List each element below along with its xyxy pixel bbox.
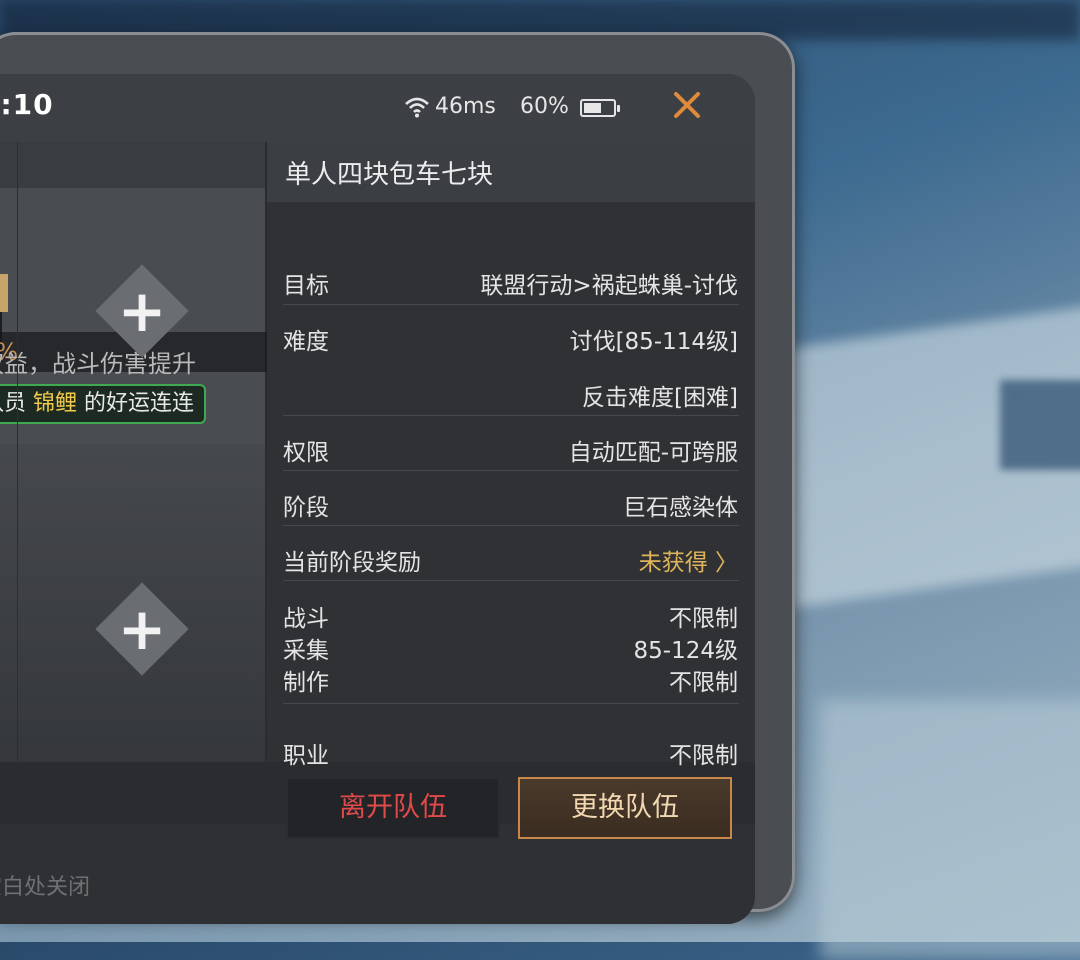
team-info-panel: 单人四块包车七块 目标 联盟行动>祸起蛛巢-讨伐 难度 讨伐[85-114级] … [267,142,755,769]
background-block [1000,380,1080,470]
clock: 6:10 [0,88,54,121]
row-divider [283,415,739,416]
row-label-reward: 当前阶段奖励 [283,550,421,576]
row-label-combat: 战斗 [283,606,329,632]
row-value-permission: 自动匹配-可跨服 [568,440,738,466]
background-ground [820,700,1080,960]
row-label-crafting: 制作 [283,670,329,696]
row-label-class: 职业 [283,743,329,769]
row-label-gathering: 采集 [283,638,329,664]
row-divider [283,525,739,526]
team-panel: R 权益，战斗伤害提升5% 队员 锦鲤 的好运连连 醉 + + [0,142,290,762]
row-value-counter-difficulty: 反击难度[困难] [582,385,738,411]
bottom-bar [0,824,755,924]
row-value-combat: 不限制 [669,606,738,632]
team-title: 单人四块包车七块 [285,160,494,190]
row-label-target: 目标 [283,273,329,299]
add-member-button-1[interactable]: + [87,256,197,366]
battery-icon [580,99,620,117]
info-header: 单人四块包车七块 [267,142,755,202]
screen: 6:10 46ms 60% R [0,74,755,924]
row-divider [283,470,739,471]
wifi-icon [405,97,429,118]
row-divider [283,304,739,305]
add-member-button-2[interactable]: + [87,574,197,684]
battery-percent: 60% [520,94,569,119]
slot-divider [17,142,18,762]
leave-team-button[interactable]: 离开队伍 [286,777,500,839]
luck-name: 锦鲤 [33,391,78,416]
plus-icon: + [117,595,167,663]
ping-readout: 46ms [435,94,496,119]
close-icon[interactable] [670,88,704,122]
row-value-crafting: 不限制 [669,670,738,696]
row-label-difficulty: 难度 [283,329,329,355]
row-value-difficulty: 讨伐[85-114级] [569,329,738,355]
luck-badge: 队员 锦鲤 的好运连连 [0,384,207,424]
switch-team-button[interactable]: 更换队伍 [518,777,732,839]
close-hint: 空白处关闭 [0,875,91,900]
battery-fill [584,103,601,113]
row-label-permission: 权限 [283,440,329,466]
row-divider [283,703,739,704]
row-value-class: 不限制 [669,743,738,769]
status-bar: 6:10 46ms 60% [0,74,755,142]
row-value-target: 联盟行动>祸起蛛巢-讨伐 [480,273,738,299]
row-divider [283,580,739,581]
row-value-gathering: 85-124级 [633,638,738,664]
device-frame: 6:10 46ms 60% R [0,32,795,924]
plus-icon: + [117,277,167,345]
row-value-stage: 巨石感染体 [623,495,738,521]
reward-link[interactable]: 未获得 〉 [639,543,738,577]
row-label-stage: 阶段 [283,495,329,521]
luck-suffix: 的好运连连 [77,391,195,416]
